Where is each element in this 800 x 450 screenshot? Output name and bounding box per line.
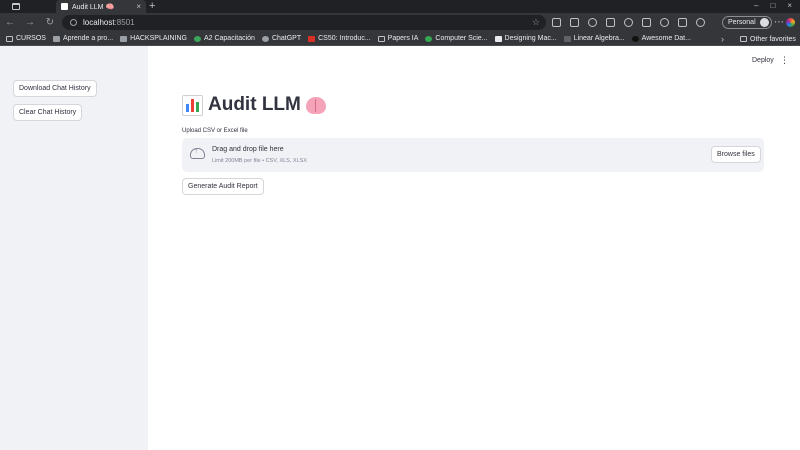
dropzone-limit: Limit 200MB per file • CSV, XLS, XLSX (212, 158, 307, 164)
forward-icon[interactable]: → (20, 13, 40, 32)
tab-close-icon[interactable]: × (136, 2, 141, 11)
extension-icons (552, 13, 705, 32)
bookmark-item[interactable]: CS50: Introduc... (308, 35, 371, 42)
browser-tab[interactable]: Audit LLM 🧠 × (56, 0, 146, 13)
site-icon (52, 35, 60, 42)
wifi-icon[interactable] (696, 18, 705, 27)
generate-audit-report-button[interactable]: Generate Audit Report (182, 178, 264, 195)
bookmarks-bar: CURSOS Aprende a pro... HACKSPLAINING A2… (0, 32, 800, 46)
clear-chat-history-button[interactable]: Clear Chat History (13, 104, 83, 121)
browse-files-button[interactable]: Browse files (711, 146, 761, 163)
collections-icon[interactable] (642, 18, 651, 27)
reading-mode-icon[interactable] (552, 18, 561, 27)
address-bar[interactable]: localhost :8501 ☆ (62, 15, 546, 30)
extension-icon[interactable] (588, 18, 597, 27)
avatar (759, 18, 769, 27)
bookmark-item[interactable]: Computer Scie... (425, 35, 488, 42)
cloud-upload-icon (190, 146, 205, 159)
bookmark-item[interactable]: A2 Capacitación (193, 35, 255, 42)
bookmark-item[interactable]: Linear Algebra... (563, 35, 625, 42)
bookmark-star-icon[interactable]: ☆ (532, 17, 540, 28)
site-icon (261, 35, 269, 42)
profile-name: Personal (728, 19, 756, 26)
save-icon[interactable] (570, 18, 579, 27)
main-content: Deploy ⋮ Audit LLM Upload CSV or Excel f… (148, 46, 800, 450)
profile-button[interactable]: Personal (722, 16, 772, 29)
site-icon (308, 35, 316, 42)
browser-menu-icon[interactable]: ⋯ (774, 13, 784, 32)
dropzone-instructions: Drag and drop file here (212, 146, 284, 153)
bookmark-item[interactable]: HACKSPLAINING (120, 35, 187, 42)
performance-icon[interactable] (678, 18, 687, 27)
bookmark-item[interactable]: Designing Mac... (494, 35, 557, 42)
back-icon[interactable]: ← (0, 13, 20, 32)
page-title-text: Audit LLM (208, 94, 301, 115)
brain-icon (305, 96, 326, 114)
bookmark-item[interactable]: Awesome Dat... (631, 35, 691, 42)
tab-title: Audit LLM 🧠 (72, 3, 115, 11)
chevron-right-icon[interactable]: › (721, 32, 724, 46)
site-icon (120, 35, 128, 42)
reload-icon[interactable]: ↻ (40, 13, 60, 32)
bookmark-item[interactable]: Papers IA (377, 35, 418, 42)
site-icon (563, 35, 571, 42)
download-chat-history-button[interactable]: Download Chat History (13, 80, 97, 97)
window-close-icon[interactable]: × (787, 1, 792, 10)
history-icon[interactable] (660, 18, 669, 27)
site-icon (425, 35, 433, 42)
split-view-icon[interactable] (606, 18, 615, 27)
bookmark-item[interactable]: CURSOS (6, 35, 46, 42)
site-icon (631, 35, 639, 42)
tab-strip: Audit LLM 🧠 × + – □ × (0, 0, 800, 13)
folder-icon (740, 36, 747, 42)
maximize-icon[interactable]: □ (770, 1, 775, 10)
url-host: localhost (83, 18, 115, 27)
deploy-button[interactable]: Deploy (752, 57, 774, 64)
site-icon (494, 35, 502, 42)
new-tab-icon[interactable]: + (149, 1, 155, 12)
url-port: :8501 (114, 18, 135, 27)
tab-favicon-icon (61, 3, 68, 10)
browser-toolbar: ← → ↻ localhost :8501 ☆ Personal ⋯ (0, 13, 800, 32)
sidebar: Download Chat History Clear Chat History (0, 46, 148, 450)
window-menu-icon[interactable] (12, 3, 20, 10)
folder-icon (6, 35, 13, 42)
bookmark-item[interactable]: ChatGPT (261, 35, 301, 42)
minimize-icon[interactable]: – (754, 1, 758, 10)
copilot-icon[interactable] (786, 18, 795, 27)
file-dropzone[interactable]: Drag and drop file here Limit 200MB per … (182, 138, 764, 172)
page-title: Audit LLM (182, 94, 326, 116)
folder-icon (377, 35, 385, 42)
other-favorites[interactable]: Other favorites (740, 32, 796, 46)
site-info-icon[interactable] (70, 19, 77, 26)
main-menu-icon[interactable]: ⋮ (780, 55, 789, 66)
bookmark-item[interactable]: Aprende a pro... (52, 35, 113, 42)
site-icon (193, 35, 201, 42)
upload-label: Upload CSV or Excel file (182, 128, 248, 134)
bar-chart-icon (182, 94, 203, 116)
page-viewport: Download Chat History Clear Chat History… (0, 46, 800, 450)
favorites-icon[interactable] (624, 18, 633, 27)
window-controls: – □ × (754, 1, 792, 10)
